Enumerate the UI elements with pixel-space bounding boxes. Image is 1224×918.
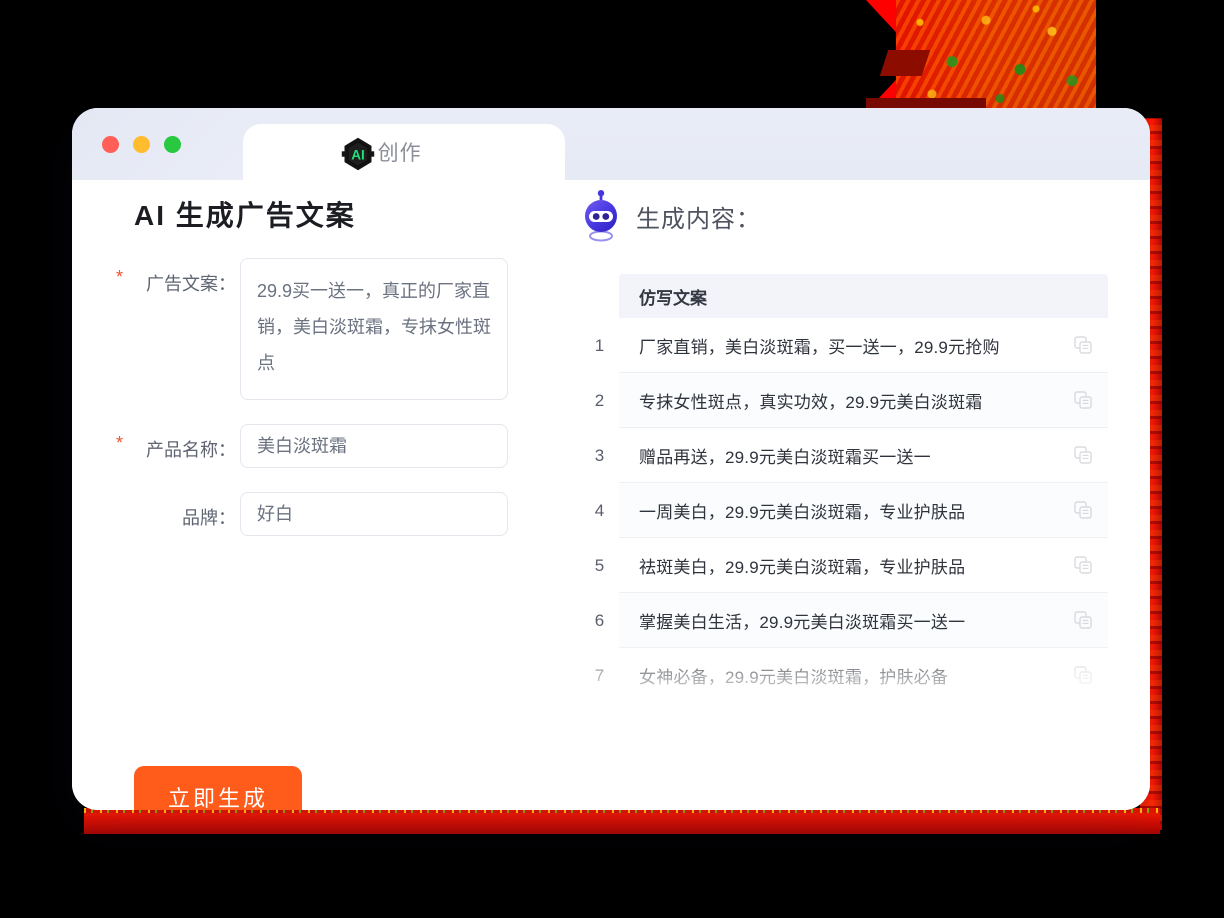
copy-icon[interactable] xyxy=(1074,391,1092,409)
table-row[interactable]: 7 女神必备，29.9元美白淡斑霜，护肤必备 xyxy=(580,648,1108,703)
row-text: 专抹女性斑点，真实功效，29.9元美白淡斑霜 xyxy=(639,392,983,412)
row-number: 5 xyxy=(594,555,605,575)
decor-block xyxy=(879,50,931,76)
copy-icon[interactable] xyxy=(1074,501,1092,519)
window-content: AI 生成广告文案 * 广告文案： 29.9买一送一，真正的厂家直销，美白淡斑霜… xyxy=(72,180,1150,810)
maximize-window-button[interactable] xyxy=(164,136,181,153)
field-label-product-name: * 产品名称： xyxy=(112,424,240,462)
decorative-edge-bottom xyxy=(84,808,1160,834)
row-text: 掌握美白生活，29.9元美白淡斑霜买一送一 xyxy=(639,612,966,632)
row-number: 2 xyxy=(594,390,605,410)
field-label-text: 广告文案： xyxy=(146,274,236,294)
row-text: 一周美白，29.9元美白淡斑霜，专业护肤品 xyxy=(639,502,966,522)
row-content: 女神必备，29.9元美白淡斑霜，护肤必备 xyxy=(619,648,1108,703)
row-number: 1 xyxy=(594,335,605,355)
row-content: 赠品再送，29.9元美白淡斑霜买一送一 xyxy=(619,428,1108,483)
copy-icon[interactable] xyxy=(1074,446,1092,464)
table-row[interactable]: 5 祛斑美白，29.9元美白淡斑霜，专业护肤品 xyxy=(580,538,1108,593)
copy-icon[interactable] xyxy=(1074,666,1092,684)
row-content: 掌握美白生活，29.9元美白淡斑霜买一送一 xyxy=(619,593,1108,648)
row-text: 祛斑美白，29.9元美白淡斑霜，专业护肤品 xyxy=(639,557,966,577)
form-pane: AI 生成广告文案 * 广告文案： 29.9买一送一，真正的厂家直销，美白淡斑霜… xyxy=(72,180,572,810)
required-asterisk-icon: * xyxy=(116,433,124,453)
field-label-ad-copy: * 广告文案： xyxy=(112,258,240,296)
row-text: 女神必备，29.9元美白淡斑霜，护肤必备 xyxy=(639,667,949,687)
field-ad-copy: * 广告文案： 29.9买一送一，真正的厂家直销，美白淡斑霜，专抹女性斑点 xyxy=(112,258,552,400)
table-body: 1 厂家直销，美白淡斑霜，买一送一，29.9元抢购 2 专抹女性斑点，真实功效，29.… xyxy=(580,318,1108,703)
minimize-window-button[interactable] xyxy=(133,136,150,153)
row-number: 6 xyxy=(594,610,605,630)
copy-icon[interactable] xyxy=(1074,611,1092,629)
table-row[interactable]: 1 厂家直销，美白淡斑霜，买一送一，29.9元抢购 xyxy=(580,318,1108,373)
title-bar: AI AI 创作 xyxy=(72,108,1150,180)
app-window: AI AI 创作 AI 生成广告文案 * 广告文案： 29.9买一送一，真正的厂… xyxy=(72,108,1150,810)
decor-bar xyxy=(866,98,986,108)
field-brand: * 品牌： xyxy=(112,492,552,536)
results-scroll-area[interactable]: 仿写文案 1 厂家直销，美白淡斑霜，买一送一，29.9元抢购 2 专抹女性斑点，真实功… xyxy=(580,274,1108,704)
generate-button[interactable]: 立即生成 xyxy=(134,766,302,810)
field-label-brand: * 品牌： xyxy=(112,492,240,530)
row-number: 4 xyxy=(594,500,605,520)
row-content: 一周美白，29.9元美白淡斑霜，专业护肤品 xyxy=(619,483,1108,538)
required-asterisk-icon: * xyxy=(116,267,124,287)
row-text: 赠品再送，29.9元美白淡斑霜买一送一 xyxy=(639,447,931,467)
table-row[interactable]: 3 赠品再送，29.9元美白淡斑霜买一送一 xyxy=(580,428,1108,483)
table-row[interactable]: 6 掌握美白生活，29.9元美白淡斑霜买一送一 xyxy=(580,593,1108,648)
ad-copy-textarea[interactable]: 29.9买一送一，真正的厂家直销，美白淡斑霜，专抹女性斑点 xyxy=(240,258,508,400)
table-column-header: 仿写文案 xyxy=(619,274,1108,318)
page-title: AI 生成广告文案 xyxy=(134,200,356,231)
table-row[interactable]: 2 专抹女性斑点，真实功效，29.9元美白淡斑霜 xyxy=(580,373,1108,428)
copy-icon[interactable] xyxy=(1074,336,1092,354)
decorative-artwork-top-right xyxy=(866,0,1096,112)
table-row[interactable]: 4 一周美白，29.9元美白淡斑霜，专业护肤品 xyxy=(580,483,1108,538)
row-number: 7 xyxy=(594,665,605,685)
robot-icon xyxy=(585,190,617,242)
generated-content-header: 生成内容： xyxy=(580,190,761,242)
field-label-text: 产品名称： xyxy=(146,440,236,460)
close-window-button[interactable] xyxy=(102,136,119,153)
field-label-text: 品牌： xyxy=(182,508,236,528)
copy-icon[interactable] xyxy=(1074,556,1092,574)
row-text: 厂家直销，美白淡斑霜，买一送一，29.9元抢购 xyxy=(639,337,1000,357)
row-number: 3 xyxy=(594,445,605,465)
product-name-input[interactable] xyxy=(240,424,508,468)
row-content: 专抹女性斑点，真实功效，29.9元美白淡斑霜 xyxy=(619,373,1108,428)
tab-ai-creation[interactable]: AI AI 创作 xyxy=(243,124,565,180)
field-product-name: * 产品名称： xyxy=(112,424,552,468)
ai-hexagon-icon: AI xyxy=(341,137,375,171)
window-controls[interactable] xyxy=(102,136,181,153)
row-content: 厂家直销，美白淡斑霜，买一送一，29.9元抢购 xyxy=(619,318,1108,373)
results-table: 仿写文案 1 厂家直销，美白淡斑霜，买一送一，29.9元抢购 2 专抹女性斑点，真实功… xyxy=(580,274,1108,703)
generated-content-title: 生成内容： xyxy=(636,205,761,233)
row-content: 祛斑美白，29.9元美白淡斑霜，专业护肤品 xyxy=(619,538,1108,593)
results-pane: 生成内容： 仿写文案 1 厂家直销，美白淡斑霜，买一送一，29.9元抢购 2 专抹女性… xyxy=(572,180,1150,810)
svg-text:AI: AI xyxy=(351,147,365,162)
brand-input[interactable] xyxy=(240,492,508,536)
ad-copy-form: * 广告文案： 29.9买一送一，真正的厂家直销，美白淡斑霜，专抹女性斑点 * … xyxy=(112,258,552,560)
